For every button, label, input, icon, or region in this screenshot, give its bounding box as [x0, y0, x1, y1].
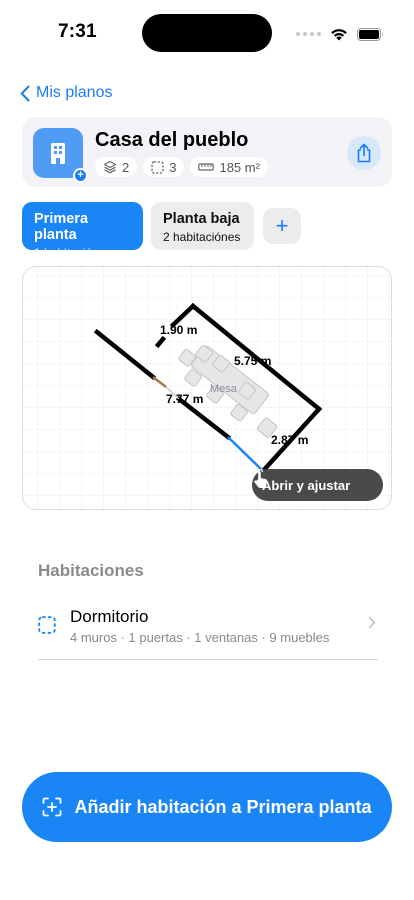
dynamic-island: [142, 14, 272, 52]
tab-planta-baja[interactable]: Planta baja 2 habitaciónes: [151, 202, 254, 250]
add-floor-button[interactable]: +: [263, 208, 301, 244]
status-bar: 7:31: [0, 0, 414, 64]
status-icons: [296, 24, 384, 44]
building-icon: +: [33, 128, 88, 183]
area-value: 185 m²: [219, 159, 260, 175]
wifi-icon: [331, 29, 347, 41]
plus-icon: +: [275, 213, 289, 238]
dimension-label: 7.77 m: [166, 392, 203, 406]
battery-icon: [357, 27, 383, 41]
room-outline-icon: [151, 160, 164, 174]
cellular-signal-icon: [296, 32, 321, 36]
plan-title: Casa del pueblo: [95, 129, 249, 151]
room-row-dormitorio[interactable]: Dormitorio 4 muros · 1 puertas · 1 venta…: [38, 604, 378, 660]
add-room-button[interactable]: Añadir habitación a Primera planta: [22, 772, 392, 842]
hand-tap-icon: [254, 469, 268, 488]
layers-icon: [103, 160, 117, 174]
chevron-right-icon: [368, 616, 376, 629]
open-and-fit-button[interactable]: Abrir y ajustar: [252, 469, 383, 501]
room-name: Dormitorio: [70, 607, 149, 626]
dimension-label: 2.87 m: [271, 433, 308, 447]
dimension-label: 1.90 m: [160, 323, 197, 337]
tab-name: Planta baja: [163, 211, 240, 227]
ruler-icon: [198, 163, 215, 171]
plan-stats: 2 3 185 m²: [95, 157, 268, 177]
plan-header-card: + Casa del pueblo 2 3 185 m²: [22, 117, 392, 187]
floor-plan-canvas[interactable]: Mesa 1.90 m 5.75 m 7.77 m 2.87 m Abrir y…: [22, 266, 392, 510]
rooms-heading: Habitaciones: [38, 561, 144, 580]
tab-primera-planta[interactable]: Primera planta 1 habitación: [22, 202, 143, 260]
tab-subtitle: 2 habitaciónes: [163, 230, 241, 244]
add-room-label: Añadir habitación a Primera planta: [74, 796, 372, 817]
room-outline-icon: [38, 616, 56, 634]
back-label: Mis planos: [36, 84, 113, 101]
tab-subtitle: 1 habitación: [34, 246, 99, 260]
share-button[interactable]: [347, 136, 381, 170]
floors-count: 2: [122, 159, 130, 175]
dimension-label: 5.75 m: [234, 354, 271, 368]
area-stat: 185 m²: [190, 157, 268, 177]
status-time: 7:31: [58, 21, 97, 42]
rooms-stat: 3: [143, 157, 185, 177]
back-button[interactable]: Mis planos: [20, 84, 112, 102]
tab-name: Primera planta: [34, 211, 89, 243]
floors-stat: 2: [95, 157, 138, 177]
share-icon: [357, 143, 371, 163]
add-badge-icon: +: [73, 168, 88, 183]
furniture-label: Mesa: [210, 383, 238, 395]
add-room-icon: [43, 797, 62, 817]
chevron-left-icon: [20, 85, 30, 101]
room-meta: 4 muros · 1 puertas · 1 ventanas · 9 mue…: [70, 630, 330, 645]
open-and-fit-label: Abrir y ajustar: [262, 477, 351, 493]
rooms-count: 3: [169, 159, 177, 175]
